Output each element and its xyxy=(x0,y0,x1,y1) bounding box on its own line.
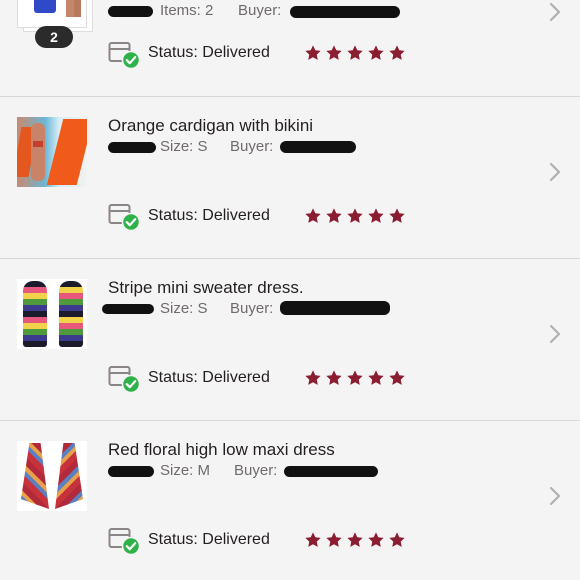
redacted-buyer-name xyxy=(284,466,378,477)
rating-stars xyxy=(304,44,414,64)
status-label: Status: xyxy=(148,531,198,548)
star-icon xyxy=(368,208,384,223)
order-status: Status: Delivered xyxy=(148,207,270,225)
product-thumbnail[interactable] xyxy=(17,441,87,511)
product-thumbnail[interactable] xyxy=(17,279,87,349)
size-label: Size: S xyxy=(160,138,208,155)
star-icon xyxy=(389,208,405,223)
order-meta: Size: S Buyer: xyxy=(108,138,528,158)
order-status: Status: Delivered xyxy=(148,531,270,549)
star-icon xyxy=(347,532,363,547)
item-count-badge: 2 xyxy=(35,26,73,48)
star-icon xyxy=(389,370,405,385)
status-label: Status: xyxy=(148,44,198,61)
status-value: Delivered xyxy=(202,207,270,224)
buyer-label: Buyer: xyxy=(234,462,278,479)
rating-stars xyxy=(304,531,414,551)
status-value: Delivered xyxy=(202,44,270,61)
star-icon xyxy=(368,370,384,385)
redacted-buyer-name xyxy=(290,6,400,18)
star-icon xyxy=(347,45,363,60)
star-icon xyxy=(326,370,342,385)
order-status: Status: Delivered xyxy=(148,369,270,387)
star-icon xyxy=(347,208,363,223)
star-icon xyxy=(326,532,342,547)
buyer-label: Buyer: xyxy=(230,138,274,155)
product-title: Red floral high low maxi dress xyxy=(108,440,335,459)
star-icon xyxy=(305,208,321,223)
star-icon xyxy=(389,532,405,547)
delivered-box-icon xyxy=(108,42,141,69)
star-icon xyxy=(305,532,321,547)
redacted-buyer-name xyxy=(280,301,390,315)
star-icon xyxy=(368,532,384,547)
product-thumbnail[interactable] xyxy=(17,117,87,187)
delivered-box-icon xyxy=(108,204,141,231)
status-label: Status: xyxy=(148,207,198,224)
order-row[interactable]: Stripe mini sweater dress. Size: S Buyer… xyxy=(0,259,580,420)
chevron-right-icon[interactable] xyxy=(546,485,564,507)
order-meta: Size: S Buyer: xyxy=(102,300,528,320)
buyer-label: Buyer: xyxy=(238,2,282,19)
star-icon xyxy=(305,45,321,60)
chevron-right-icon[interactable] xyxy=(546,1,564,23)
star-icon xyxy=(326,208,342,223)
order-meta: Size: M Buyer: xyxy=(108,462,528,482)
rating-stars xyxy=(304,369,414,389)
status-value: Delivered xyxy=(202,369,270,386)
delivered-box-icon xyxy=(108,528,141,555)
redacted-price xyxy=(108,466,154,477)
redacted-price xyxy=(102,304,154,314)
star-icon xyxy=(347,370,363,385)
items-count: Items: 2 xyxy=(160,2,214,19)
chevron-right-icon[interactable] xyxy=(546,161,564,183)
star-icon xyxy=(305,370,321,385)
order-meta: Items: 2 Buyer: xyxy=(108,2,528,22)
redacted-price xyxy=(108,6,153,17)
product-title: Orange cardigan with bikini xyxy=(108,116,314,135)
star-icon xyxy=(326,45,342,60)
chevron-right-icon[interactable] xyxy=(546,323,564,345)
rating-stars xyxy=(304,207,414,227)
order-row[interactable]: Red floral high low maxi dress Size: M B… xyxy=(0,421,580,580)
status-label: Status: xyxy=(148,369,198,386)
status-value: Delivered xyxy=(202,531,270,548)
product-title: Stripe mini sweater dress. xyxy=(108,278,304,297)
size-label: Size: S xyxy=(160,300,208,317)
star-icon xyxy=(368,45,384,60)
order-row[interactable]: Orange cardigan with bikini Size: S Buye… xyxy=(0,97,580,258)
redacted-price xyxy=(108,142,156,153)
order-row[interactable]: 2 Items: 2 Buyer: Status: Delivered xyxy=(0,0,580,96)
order-status: Status: Delivered xyxy=(148,44,270,62)
delivered-box-icon xyxy=(108,366,141,393)
size-label: Size: M xyxy=(160,462,211,479)
buyer-label: Buyer: xyxy=(230,300,274,317)
star-icon xyxy=(389,45,405,60)
redacted-buyer-name xyxy=(280,141,356,153)
